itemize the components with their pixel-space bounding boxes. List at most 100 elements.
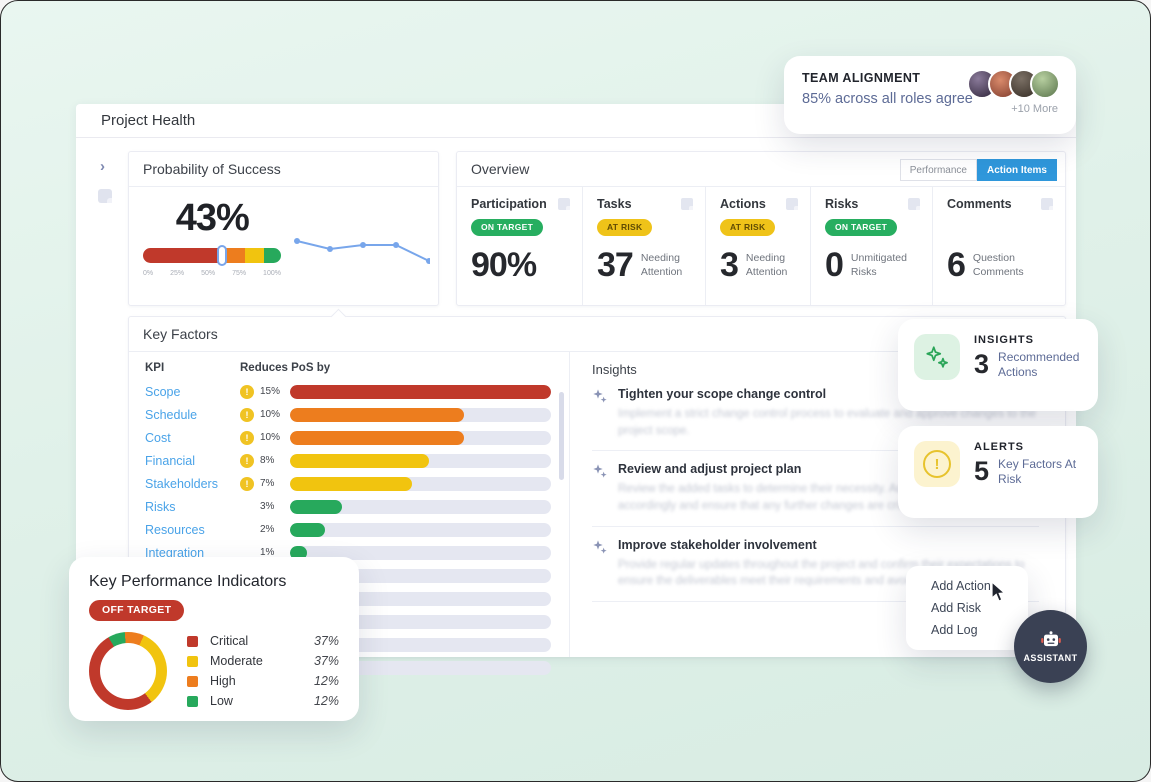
legend-label: High: [210, 674, 314, 688]
avatar: [1030, 69, 1060, 99]
kpi-legend: Critical 37% Moderate 37% High 12% Low 1…: [187, 631, 339, 711]
assistant-label: ASSISTANT: [1024, 653, 1078, 663]
dashboard-canvas: Project Health › Probability of Success …: [0, 0, 1151, 782]
metric-participation: Participation ON TARGET 90%: [457, 187, 582, 305]
warning-icon: !: [240, 454, 254, 468]
kpi-card-title: Key Performance Indicators: [89, 573, 339, 591]
kpi-row: Schedule!10%: [145, 403, 551, 426]
legend-value: 37%: [314, 654, 339, 668]
menu-item-add-action[interactable]: Add Action: [906, 575, 1028, 597]
legend-swatch: [187, 636, 198, 647]
mouse-cursor-icon: [989, 581, 1009, 603]
avatar-stack[interactable]: [967, 69, 1060, 99]
legend-value: 37%: [314, 634, 339, 648]
legend-value: 12%: [314, 674, 339, 688]
tab-performance[interactable]: Performance: [900, 159, 977, 181]
kpi-value: 3%: [260, 501, 290, 512]
gauge-segment: [143, 248, 222, 263]
alerts-desc: Key Factors At Risk: [998, 457, 1082, 487]
kpi-bar-track: [290, 408, 551, 422]
metric-sublabel: Needing Attention: [641, 252, 693, 278]
kpi-value: 10%: [260, 432, 290, 443]
metric-tasks: Tasks AT RISK 37 Needing Attention: [582, 187, 705, 305]
legend-row-moderate: Moderate 37%: [187, 651, 339, 671]
kpi-bar-track: [290, 477, 551, 491]
note-icon[interactable]: [786, 198, 798, 210]
insights-card-label: INSIGHTS: [974, 334, 1082, 346]
tick-100: 100%: [263, 270, 281, 277]
metric-comments: Comments 6 Question Comments: [932, 187, 1065, 305]
kpi-row: Cost!10%: [145, 426, 551, 449]
metric-sublabel: Needing Attention: [746, 252, 798, 278]
alert-exclamation-icon: !: [914, 441, 960, 487]
metric-name: Tasks: [597, 197, 632, 211]
kpi-label[interactable]: Financial: [145, 454, 240, 468]
legend-label: Low: [210, 694, 314, 708]
warning-icon: !: [240, 408, 254, 422]
status-badge: AT RISK: [597, 219, 652, 236]
sparkles-icon: [592, 463, 608, 479]
menu-item-add-risk[interactable]: Add Risk: [906, 597, 1028, 619]
metric-risks: Risks ON TARGET 0 Unmitigated Risks: [810, 187, 932, 305]
note-icon[interactable]: [98, 189, 112, 203]
kpi-bar-fill: [290, 454, 429, 468]
alerts-summary-card[interactable]: ! ALERTS 5 Key Factors At Risk: [898, 426, 1098, 518]
probability-gauge: 0% 25% 50% 75% 100%: [143, 248, 281, 277]
legend-value: 12%: [314, 694, 339, 708]
metric-value: 90%: [471, 246, 536, 285]
robot-icon: [1040, 631, 1062, 649]
insights-desc: Recommended Actions: [998, 350, 1082, 380]
kpi-row: Stakeholders! 7%: [145, 472, 551, 495]
more-members-label: +10 More: [1011, 103, 1058, 115]
kpi-bar-fill: [290, 408, 464, 422]
kpi-bar-track: [290, 500, 551, 514]
menu-item-add-log[interactable]: Add Log: [906, 619, 1028, 641]
gauge-ticks: 0% 25% 50% 75% 100%: [143, 270, 281, 277]
kpi-bar-track: [290, 454, 551, 468]
metric-sublabel: Question Comments: [973, 252, 1035, 278]
kpi-label[interactable]: Cost: [145, 431, 240, 445]
tick-75: 75%: [232, 270, 246, 277]
note-icon[interactable]: [1041, 198, 1053, 210]
legend-label: Critical: [210, 634, 314, 648]
note-icon[interactable]: [681, 198, 693, 210]
expand-sidebar-chevron-icon[interactable]: ›: [100, 158, 120, 175]
tick-0: 0%: [143, 270, 153, 277]
kpi-row: Risks 3%: [145, 495, 551, 518]
kpi-value: 7%: [260, 478, 290, 489]
kpi-row: Financial!8%: [145, 449, 551, 472]
kpi-label[interactable]: Resources: [145, 523, 240, 537]
alerts-count: 5: [974, 456, 989, 487]
metric-name: Comments: [947, 197, 1012, 211]
note-icon[interactable]: [908, 198, 920, 210]
legend-swatch: [187, 676, 198, 687]
kpi-label[interactable]: Schedule: [145, 408, 240, 422]
add-context-menu: Add Action Add Risk Add Log: [906, 566, 1028, 650]
kpi-row: Resources2%: [145, 518, 551, 541]
legend-swatch: [187, 696, 198, 707]
tab-action-items[interactable]: Action Items: [977, 159, 1057, 181]
kpi-bar-fill: [290, 523, 325, 537]
metric-name: Participation: [471, 197, 547, 211]
legend-label: Moderate: [210, 654, 314, 668]
divider: [592, 526, 1039, 527]
status-badge: ON TARGET: [825, 219, 897, 236]
kpi-label[interactable]: Scope: [145, 385, 240, 399]
donut-hole: [100, 643, 156, 699]
insights-summary-card[interactable]: INSIGHTS 3 Recommended Actions: [898, 319, 1098, 411]
kpi-label[interactable]: Risks: [145, 500, 240, 514]
assistant-button[interactable]: ASSISTANT: [1014, 610, 1087, 683]
note-icon[interactable]: [558, 198, 570, 210]
sparkles-icon: [914, 334, 960, 380]
alerts-card-label: ALERTS: [974, 441, 1082, 453]
kpi-summary-card: Key Performance Indicators OFF TARGET Cr…: [69, 557, 359, 721]
probability-trend-chart: [289, 223, 430, 287]
column-header-kpi: KPI: [145, 362, 240, 374]
warning-icon: !: [240, 477, 254, 491]
metric-actions: Actions AT RISK 3 Needing Attention: [705, 187, 810, 305]
probability-card-title: Probability of Success: [129, 152, 438, 187]
scrollbar-thumb[interactable]: [559, 392, 564, 480]
kpi-label[interactable]: Stakeholders: [145, 477, 240, 491]
gauge-slider-handle[interactable]: [217, 245, 227, 266]
kpi-bar-fill: [290, 477, 412, 491]
